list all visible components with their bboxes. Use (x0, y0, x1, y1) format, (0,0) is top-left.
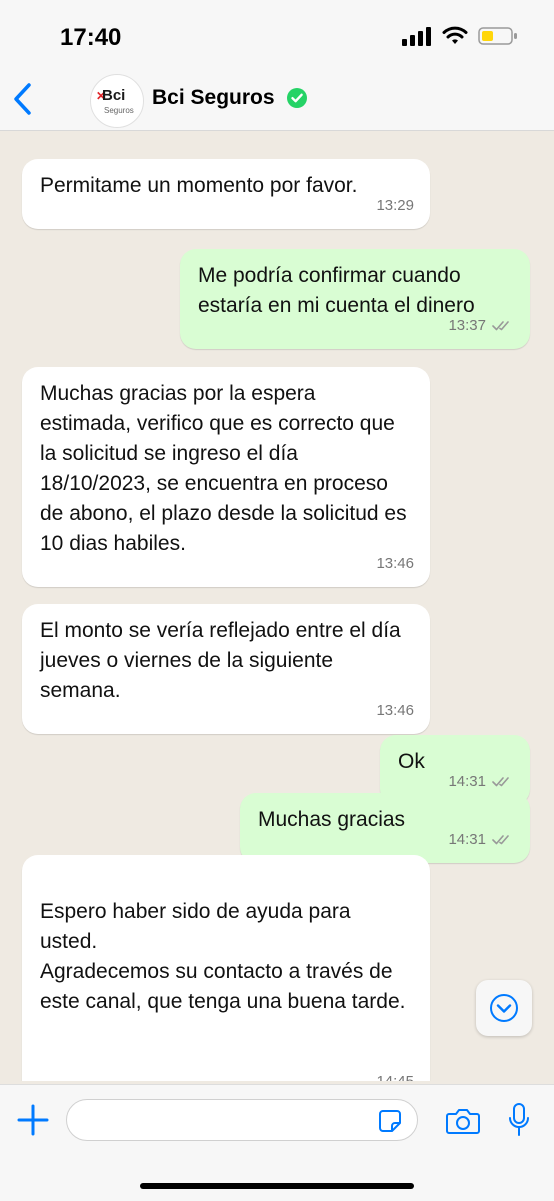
chat-header: ✕ Bci Seguros Bci Seguros (0, 70, 554, 131)
message-text: Espero haber sido de ayuda para usted. A… (40, 900, 406, 1013)
mic-icon[interactable] (508, 1103, 530, 1137)
signal-icon (402, 27, 431, 46)
battery-icon (478, 27, 517, 45)
message-time: 13:46 (376, 702, 414, 719)
status-icons (402, 26, 518, 46)
scroll-down-icon (490, 994, 518, 1022)
status-time: 17:40 (60, 24, 122, 51)
home-indicator (140, 1183, 414, 1189)
message-list[interactable]: Permitame un momento por favor. 13:29 Me… (0, 131, 554, 1081)
message-incoming: Permitame un momento por favor. 13:29 (22, 159, 430, 229)
camera-icon[interactable] (446, 1107, 480, 1135)
message-input[interactable] (66, 1099, 418, 1141)
message-incoming: Espero haber sido de ayuda para usted. A… (22, 855, 430, 1081)
double-check-icon (492, 777, 509, 787)
double-check-icon (492, 321, 509, 331)
message-time: 14:45 (376, 1067, 414, 1081)
scroll-to-bottom-button[interactable] (476, 980, 532, 1036)
avatar[interactable]: ✕ Bci Seguros (90, 74, 144, 128)
message-meta: 14:45 (376, 1067, 414, 1081)
message-meta: 13:37 (448, 311, 514, 341)
message-incoming: El monto se vería reflejado entre el día… (22, 604, 430, 734)
message-incoming: Muchas gracias por la espera estimada, v… (22, 367, 430, 587)
avatar-logo-text: Bci (102, 87, 126, 104)
message-meta: 13:46 (376, 696, 414, 726)
status-bar: 17:40 (0, 0, 554, 70)
message-text: Muchas gracias por la espera estimada, v… (40, 382, 407, 555)
message-time: 13:46 (376, 555, 414, 572)
message-time: 14:31 (448, 831, 486, 848)
back-chevron-icon[interactable] (10, 82, 36, 116)
message-meta: 13:46 (376, 549, 414, 579)
message-text: El monto se vería reflejado entre el día… (40, 619, 401, 702)
composer-bar (0, 1084, 554, 1201)
message-outgoing: Muchas gracias 14:31 (240, 793, 530, 863)
double-check-icon (492, 835, 509, 845)
message-time: 13:37 (448, 317, 486, 334)
avatar-logo-sub: Seguros (104, 106, 134, 115)
contact-name[interactable]: Bci Seguros (152, 86, 275, 110)
message-meta: 14:31 (448, 825, 514, 855)
verified-badge-icon (287, 88, 307, 108)
plus-icon[interactable] (16, 1103, 50, 1137)
message-meta: 13:29 (376, 191, 414, 221)
wifi-icon (442, 26, 468, 44)
message-outgoing: Me podría confirmar cuando estaría en mi… (180, 249, 530, 349)
sticker-icon[interactable] (378, 1109, 402, 1133)
message-text: Permitame un momento por favor. (40, 174, 358, 197)
message-time: 13:29 (376, 197, 414, 214)
